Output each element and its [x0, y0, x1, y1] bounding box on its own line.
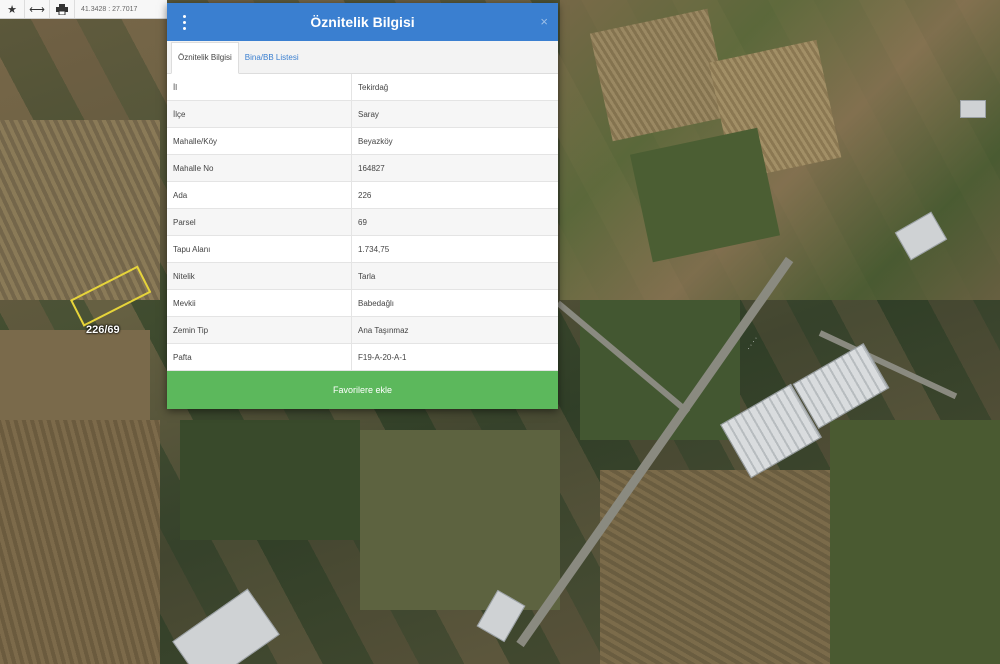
attribute-key: Tapu Alanı — [167, 235, 352, 263]
table-row: İlçe Saray — [167, 100, 558, 128]
attribute-value: Babedağlı — [351, 289, 558, 317]
attribute-key: Mahalle/Köy — [167, 127, 352, 155]
parcel-label: 226/69 — [86, 324, 120, 336]
tab-building-list[interactable]: Bina/BB Listesi — [239, 43, 305, 73]
table-row: Nitelik Tarla — [167, 262, 558, 290]
table-row: Tapu Alanı 1.734,75 — [167, 235, 558, 263]
dialog-header: Öznitelik Bilgisi × — [167, 3, 558, 41]
attribute-value: Saray — [351, 100, 558, 128]
building — [960, 100, 986, 118]
table-row: Mahalle No 164827 — [167, 154, 558, 182]
attribute-value: 69 — [351, 208, 558, 236]
farmland — [0, 420, 160, 664]
attribute-key: Zemin Tip — [167, 316, 352, 344]
attribute-value: 1.734,75 — [351, 235, 558, 263]
attribute-value: 226 — [351, 181, 558, 209]
attribute-value: Tarla — [351, 262, 558, 290]
attribute-key: İl — [167, 74, 352, 101]
farmland — [0, 330, 150, 420]
attribute-dialog: Öznitelik Bilgisi × Öznitelik Bilgisi Bi… — [167, 3, 558, 409]
attribute-key: İlçe — [167, 100, 352, 128]
star-icon[interactable]: ★ — [0, 0, 25, 18]
measure-icon[interactable]: ⟷ — [25, 0, 50, 18]
kebab-menu-icon[interactable] — [179, 13, 189, 31]
attribute-value: Ana Taşınmaz — [351, 316, 558, 344]
building — [172, 588, 280, 664]
farmland — [180, 420, 360, 540]
attribute-key: Nitelik — [167, 262, 352, 290]
attribute-key: Mevkii — [167, 289, 352, 317]
table-row: Pafta F19-A-20-A-1 — [167, 343, 558, 371]
attribute-value: F19-A-20-A-1 — [351, 343, 558, 371]
attribute-key: Parsel — [167, 208, 352, 236]
add-to-favorites-button[interactable]: Favorilere ekle — [167, 371, 558, 409]
table-row: Zemin Tip Ana Taşınmaz — [167, 316, 558, 344]
map-toolbar: ★ ⟷ 41.3428 : 27.7017 — [0, 0, 167, 19]
dialog-tabs: Öznitelik Bilgisi Bina/BB Listesi — [167, 41, 558, 74]
tab-attribute-info[interactable]: Öznitelik Bilgisi — [171, 42, 239, 74]
attribute-key: Ada — [167, 181, 352, 209]
road-label: · · · · — [745, 335, 760, 352]
attribute-table: İl Tekirdağ İlçe Saray Mahalle/Köy Beyazköy Ma… — [167, 74, 558, 371]
coordinate-readout: 41.3428 : 27.7017 — [81, 5, 138, 13]
table-row: Mahalle/Köy Beyazköy — [167, 127, 558, 155]
table-row: İl Tekirdağ — [167, 74, 558, 101]
farmland — [600, 470, 830, 664]
farmland — [830, 420, 1000, 664]
table-row: Ada 226 — [167, 181, 558, 209]
attribute-value: Tekirdağ — [351, 74, 558, 101]
print-icon[interactable] — [50, 0, 75, 18]
farmland — [360, 430, 560, 610]
dialog-title: Öznitelik Bilgisi — [310, 14, 415, 30]
attribute-value: 164827 — [351, 154, 558, 182]
attribute-key: Pafta — [167, 343, 352, 371]
table-row: Parsel 69 — [167, 208, 558, 236]
close-icon[interactable]: × — [540, 14, 548, 29]
table-row: Mevkii Babedağlı — [167, 289, 558, 317]
attribute-value: Beyazköy — [351, 127, 558, 155]
attribute-key: Mahalle No — [167, 154, 352, 182]
